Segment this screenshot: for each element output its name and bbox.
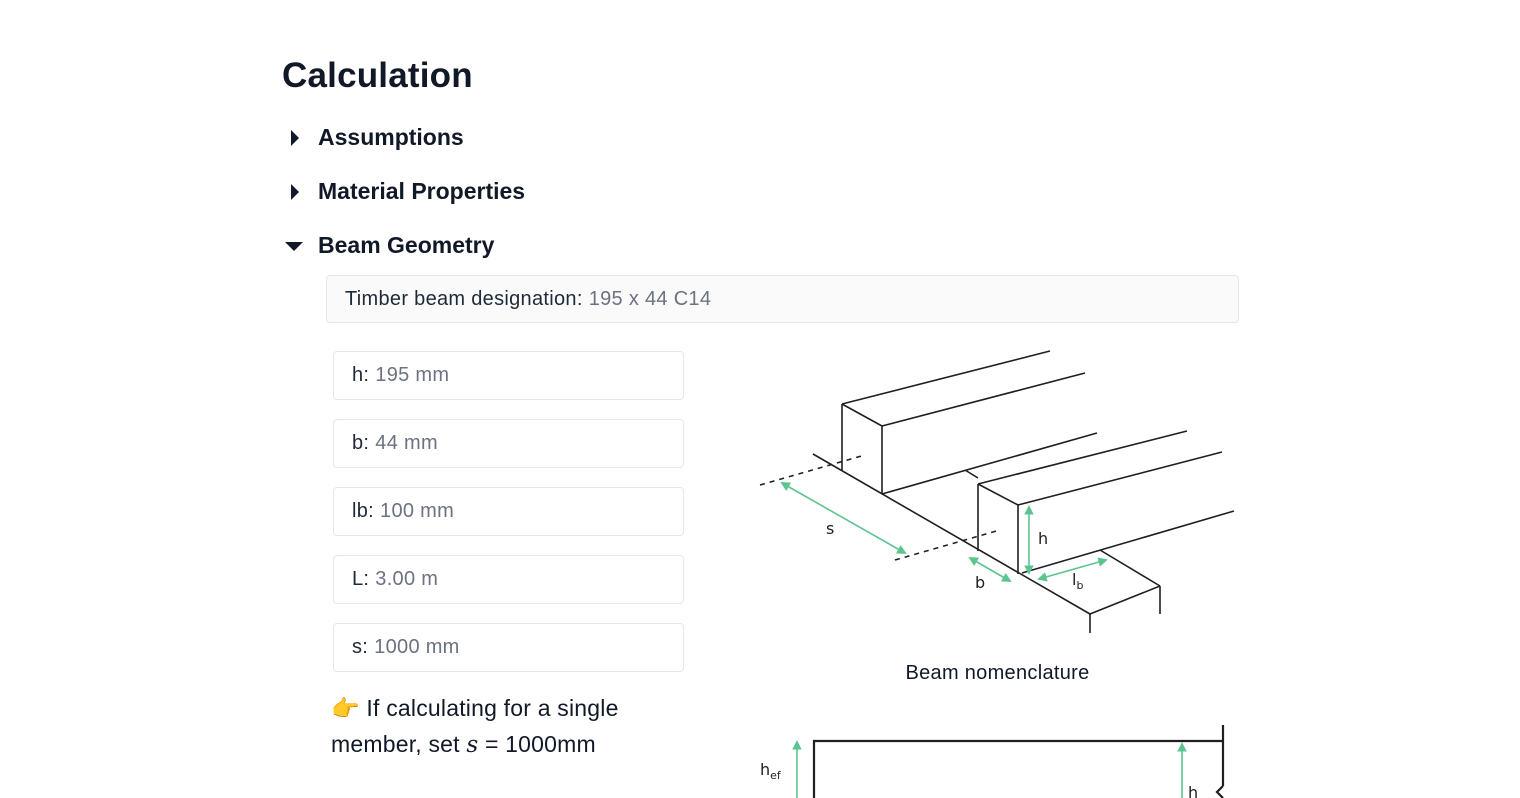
- caret-right-icon: [291, 183, 299, 200]
- field-label: h:: [352, 364, 370, 386]
- field-s[interactable]: s: 1000 mm: [333, 623, 684, 672]
- field-value: 1000 mm: [374, 636, 460, 658]
- section-beam-geometry[interactable]: Beam Geometry: [282, 232, 494, 259]
- page: Calculation Assumptions Material Propert…: [0, 0, 1520, 798]
- dimension-label-h2: h: [1188, 783, 1198, 798]
- field-value: 195 mm: [375, 364, 450, 386]
- dimension-label-lb: lb: [1072, 570, 1083, 592]
- pointing-hand-icon: 👉: [331, 695, 360, 721]
- caret-right-icon: [291, 129, 299, 146]
- note-math-s: s: [466, 732, 479, 758]
- beam-nomenclature-diagram: s h b lb: [759, 350, 1235, 633]
- field-label: b:: [352, 432, 370, 454]
- field-b[interactable]: b: 44 mm: [333, 419, 684, 468]
- dimension-label-h: h: [1038, 529, 1048, 548]
- designation-field[interactable]: Timber beam designation: 195 x 44 C14: [326, 275, 1239, 323]
- section-label: Beam Geometry: [318, 232, 495, 258]
- beam-lines: [759, 350, 1235, 633]
- dimension-label-b: b: [975, 573, 985, 592]
- single-member-note: 👉 If calculating for a single member, se…: [331, 690, 691, 763]
- field-label: lb:: [352, 500, 375, 522]
- field-lb[interactable]: lb: 100 mm: [333, 487, 684, 536]
- field-label: s:: [352, 636, 369, 658]
- section-assumptions[interactable]: Assumptions: [282, 124, 464, 151]
- field-value: 3.00 m: [375, 568, 439, 590]
- bearing-diagram: hef h: [760, 725, 1225, 798]
- designation-label: Timber beam designation:: [345, 287, 583, 310]
- caret-down-icon: [285, 241, 303, 251]
- section-material-properties[interactable]: Material Properties: [282, 178, 525, 205]
- field-value: 100 mm: [380, 500, 455, 522]
- designation-value: 195 x 44 C14: [588, 287, 712, 310]
- field-value: 44 mm: [375, 432, 438, 454]
- field-h[interactable]: h: 195 mm: [333, 351, 684, 400]
- field-label: L:: [352, 568, 370, 590]
- dimension-label-hef: hef: [760, 760, 782, 782]
- dimension-label-s: s: [826, 519, 834, 538]
- section-label: Assumptions: [318, 124, 464, 150]
- page-title: Calculation: [282, 56, 473, 95]
- bearing-lines: [812, 725, 1225, 798]
- bearing-arrows: [792, 740, 1187, 798]
- field-L[interactable]: L: 3.00 m: [333, 555, 684, 604]
- diagram-caption: Beam nomenclature: [905, 662, 1090, 684]
- note-text-after: = 1000mm: [478, 731, 596, 757]
- section-label: Material Properties: [318, 178, 526, 204]
